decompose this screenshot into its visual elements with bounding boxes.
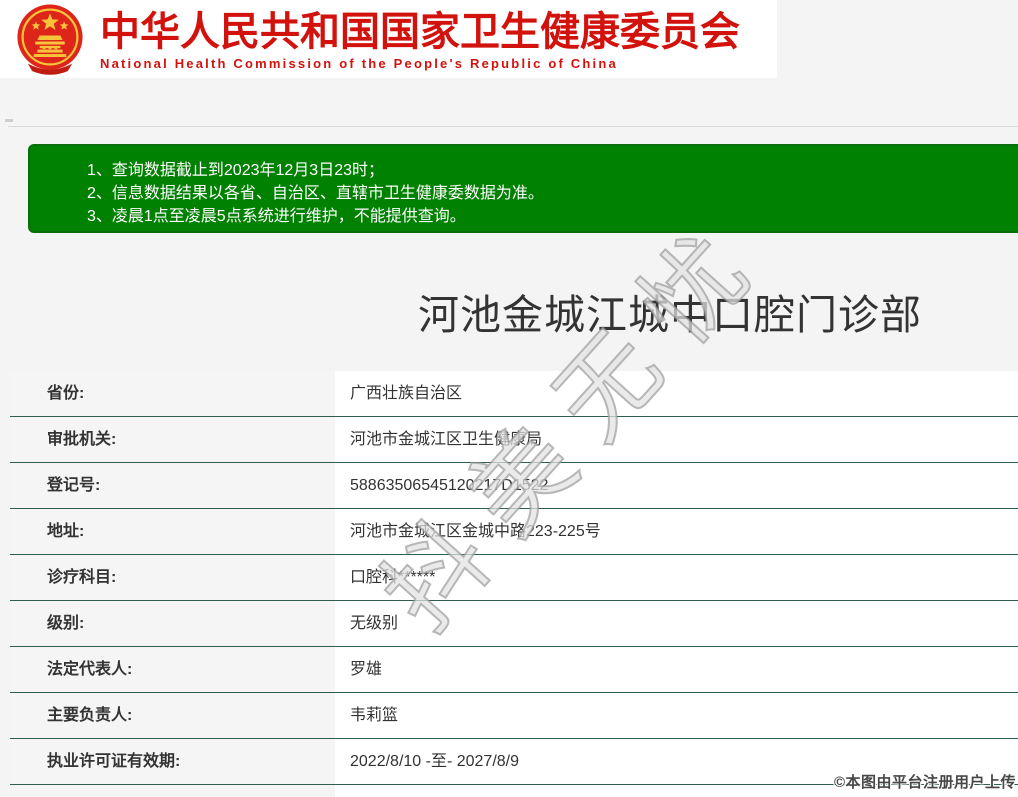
site-header: 中华人民共和国国家卫生健康委员会 National Health Commiss… [0, 0, 777, 78]
field-label: 审批机关: [10, 417, 335, 462]
china-national-emblem-icon [8, 3, 92, 77]
field-value: 58863506545120217D1522 [335, 463, 1018, 508]
table-row-approval-authority: 审批机关: 河池市金城江区卫生健康局 [10, 417, 1018, 463]
field-label: 登记号: [10, 463, 335, 508]
image-copyright-badge: ©本图由平台注册用户上传 [834, 771, 1016, 792]
table-row-level: 级别: 无级别 [10, 601, 1018, 647]
field-label: 地址: [10, 509, 335, 554]
institution-name-title: 河池金城江城中口腔门诊部 [10, 281, 1018, 341]
field-label: 级别: [10, 601, 335, 646]
field-value: 罗雄 [335, 647, 1018, 692]
table-row-principal: 主要负责人: 韦莉篮 [10, 693, 1018, 739]
query-notice-panel: 1、查询数据截止到2023年12月3日23时； 2、信息数据结果以各省、自治区、… [28, 144, 1018, 233]
table-row-departments: 诊疗科目: 口腔科****** [10, 555, 1018, 601]
divider-tick [5, 119, 13, 122]
field-value: 河池市金城江区金城中路223-225号 [335, 509, 1018, 554]
notice-line-1: 1、查询数据截止到2023年12月3日23时； [87, 159, 1018, 182]
field-label: 省份: [10, 371, 335, 416]
field-label: 主要负责人: [10, 693, 335, 738]
field-label: 法定代表人: [10, 647, 335, 692]
field-value: 无级别 [335, 601, 1018, 646]
notice-line-2: 2、信息数据结果以各省、自治区、直辖市卫生健康委数据为准。 [87, 182, 1018, 205]
header-divider [8, 126, 1018, 127]
table-row-legal-representative: 法定代表人: 罗雄 [10, 647, 1018, 693]
table-row-registration-number: 登记号: 58863506545120217D1522 [10, 463, 1018, 509]
field-label: 执业许可证有效期: [10, 739, 335, 784]
field-label: 诊疗科目: [10, 555, 335, 600]
site-title-chinese: 中华人民共和国国家卫生健康委员会 [100, 10, 740, 54]
table-row-province: 省份: 广西壮族自治区 [10, 371, 1018, 417]
field-value: 口腔科****** [335, 555, 1018, 600]
field-value: 韦莉篮 [335, 693, 1018, 738]
field-value: 广西壮族自治区 [335, 371, 1018, 416]
field-value: 河池市金城江区卫生健康局 [335, 417, 1018, 462]
table-row-address: 地址: 河池市金城江区金城中路223-225号 [10, 509, 1018, 555]
site-title-english: National Health Commission of the People… [100, 56, 740, 72]
notice-line-3: 3、凌晨1点至凌晨5点系统进行维护，不能提供查询。 [87, 205, 1018, 228]
institution-detail-table: 省份: 广西壮族自治区 审批机关: 河池市金城江区卫生健康局 登记号: 5886… [10, 371, 1018, 785]
header-titles: 中华人民共和国国家卫生健康委员会 National Health Commiss… [100, 6, 740, 72]
